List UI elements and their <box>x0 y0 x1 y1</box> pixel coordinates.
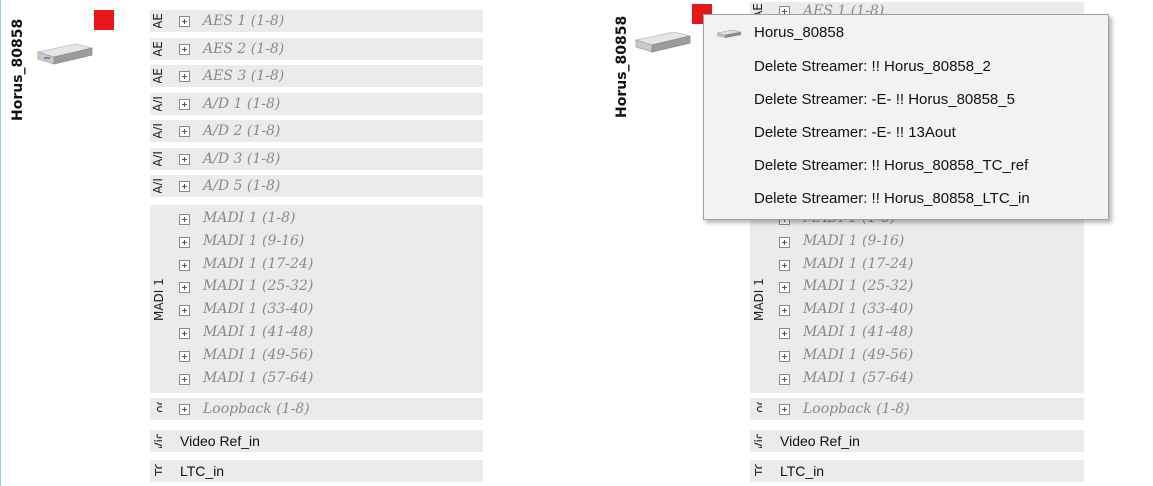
device-icon[interactable] <box>36 42 94 66</box>
channel-label: A/D 3 (1-8) <box>203 150 281 167</box>
channel-row[interactable] <box>150 398 483 421</box>
channel-label: LTC_in <box>780 463 825 479</box>
expand-icon[interactable] <box>179 282 190 294</box>
expand-icon[interactable] <box>179 214 190 225</box>
group-tag: Vid <box>752 434 762 448</box>
channel-label: AES 3 (1-8) <box>203 68 285 84</box>
context-menu-item-delete-streamer[interactable]: Delete Streamer: !! Horus_80858_TC_ref <box>704 150 1108 182</box>
device-name-label: Horus_80858 <box>614 15 630 118</box>
expand-icon[interactable] <box>779 259 790 271</box>
channel-label: A/D 1 (1-8) <box>203 95 281 112</box>
context-menu-item-device[interactable]: Horus_80858 <box>704 17 1108 49</box>
expand-icon[interactable] <box>779 305 790 317</box>
expand-icon[interactable] <box>179 328 190 339</box>
madi-channel-label[interactable]: MADI 1 (49-56) <box>203 346 313 364</box>
madi-channel-label[interactable]: MADI 1 (17-24) <box>803 255 913 273</box>
madi-channel-label[interactable]: MADI 1 (41-48) <box>803 323 913 341</box>
madi-channel-label[interactable]: MADI 1 (25-32) <box>803 277 913 295</box>
channel-row[interactable] <box>150 65 483 88</box>
expand-icon[interactable] <box>179 16 190 27</box>
channel-label: Loopback (1-8) <box>203 401 310 417</box>
madi-channel-label[interactable]: MADI 1 (49-56) <box>803 346 913 364</box>
panel-divider <box>0 0 1 486</box>
madi-group <box>750 205 1084 394</box>
device-icon <box>716 29 742 38</box>
context-menu-item-delete-streamer[interactable]: Delete Streamer: -E- !! Horus_80858_5 <box>704 84 1108 116</box>
expand-icon[interactable] <box>779 350 790 362</box>
device-name-label: Horus_80858 <box>10 18 26 121</box>
expand-icon[interactable] <box>179 236 190 248</box>
expand-icon[interactable] <box>179 404 190 415</box>
expand-icon[interactable] <box>179 373 190 385</box>
group-tag: A/I <box>150 179 162 193</box>
status-indicator-red[interactable] <box>94 10 114 30</box>
channel-label: Video Ref_in <box>780 433 860 449</box>
expand-icon[interactable] <box>179 305 190 317</box>
context-menu-item-label: Delete Streamer: -E- !! 13Aout <box>754 124 956 141</box>
madi-channel-label[interactable]: MADI 1 (33-40) <box>203 300 313 318</box>
expand-icon[interactable] <box>779 282 790 294</box>
context-menu-item-delete-streamer[interactable]: Delete Streamer: !! Horus_80858_LTC_in <box>704 183 1108 215</box>
channel-label: Video Ref_in <box>180 433 260 449</box>
madi-channel-label[interactable]: MADI 1 (57-64) <box>803 369 913 387</box>
context-menu-item-label: Delete Streamer: !! Horus_80858_TC_ref <box>754 157 1029 174</box>
expand-icon[interactable] <box>779 404 790 415</box>
context-menu-item-label: Delete Streamer: -E- !! Horus_80858_5 <box>754 91 1015 108</box>
group-tag: LTC <box>153 464 162 478</box>
routing-panel-left: Horus_80858 AE AES 1 (1-8) AE AES 2 (1-8) AE… <box>0 0 548 486</box>
group-tag: A/I <box>150 97 162 111</box>
madi-channel-label[interactable]: MADI 1 (25-32) <box>203 277 313 295</box>
expand-icon[interactable] <box>179 153 190 165</box>
madi-channel-label[interactable]: MADI 1 (17-24) <box>203 255 313 273</box>
channel-row[interactable] <box>150 175 483 198</box>
madi-channel-label[interactable]: MADI 1 (1-8) <box>203 209 295 227</box>
expand-icon[interactable] <box>179 43 190 55</box>
group-tag: LTC <box>753 464 762 478</box>
context-menu-item-delete-streamer[interactable]: Delete Streamer: -E- !! 13Aout <box>704 117 1108 149</box>
expand-icon[interactable] <box>779 328 790 339</box>
madi-channel-label[interactable]: MADI 1 (33-40) <box>803 300 913 318</box>
context-menu-item-label: Horus_80858 <box>754 24 845 41</box>
context-menu: Horus_80858 Delete Streamer: !! Horus_80… <box>703 14 1109 220</box>
group-tag: AE <box>150 14 162 28</box>
madi-channel-label[interactable]: MADI 1 (41-48) <box>203 323 313 341</box>
expand-icon[interactable] <box>179 350 190 362</box>
madi-channel-label[interactable]: MADI 1 (57-64) <box>203 369 313 387</box>
madi-group <box>150 205 483 394</box>
group-tag: Loc <box>753 402 762 416</box>
madi-channel-label[interactable]: MADI 1 (9-16) <box>203 232 304 250</box>
context-menu-item-delete-streamer[interactable]: Delete Streamer: !! Horus_80858_2 <box>704 51 1108 83</box>
context-menu-item-label: Delete Streamer: !! Horus_80858_2 <box>754 58 991 75</box>
expand-icon[interactable] <box>779 236 790 248</box>
channel-label: AES 1 (1-8) <box>203 13 285 29</box>
group-tag: A/I <box>150 124 162 138</box>
channel-row[interactable] <box>150 10 483 33</box>
madi-channel-label[interactable]: MADI 1 (9-16) <box>803 232 904 250</box>
device-icon[interactable] <box>634 30 692 54</box>
expand-icon[interactable] <box>179 126 190 137</box>
channel-row[interactable] <box>150 92 483 115</box>
group-tag: AE <box>150 69 162 83</box>
channel-label: Loopback (1-8) <box>803 401 910 417</box>
expand-icon[interactable] <box>179 181 190 192</box>
channel-label: AES 2 (1-8) <box>203 40 285 57</box>
channel-label: A/D 2 (1-8) <box>203 123 281 139</box>
channel-label: LTC_in <box>180 463 225 479</box>
expand-icon[interactable] <box>179 98 190 110</box>
expand-icon[interactable] <box>179 259 190 271</box>
group-tag: A/I <box>150 152 162 166</box>
madi-group-label: MADI 1 <box>752 278 766 322</box>
madi-group-label: MADI 1 <box>152 278 166 322</box>
channel-row[interactable] <box>150 147 483 170</box>
channel-row[interactable] <box>150 120 483 143</box>
channel-row[interactable] <box>750 398 1084 420</box>
context-menu-item-label: Delete Streamer: !! Horus_80858_LTC_in <box>754 190 1030 207</box>
expand-icon[interactable] <box>179 71 190 82</box>
channel-label: A/D 5 (1-8) <box>203 178 281 194</box>
group-tag: AE <box>150 41 162 56</box>
group-tag: Loc <box>153 402 162 416</box>
expand-icon[interactable] <box>779 373 790 385</box>
channel-row[interactable] <box>150 37 483 60</box>
group-tag: Vid <box>152 434 162 448</box>
